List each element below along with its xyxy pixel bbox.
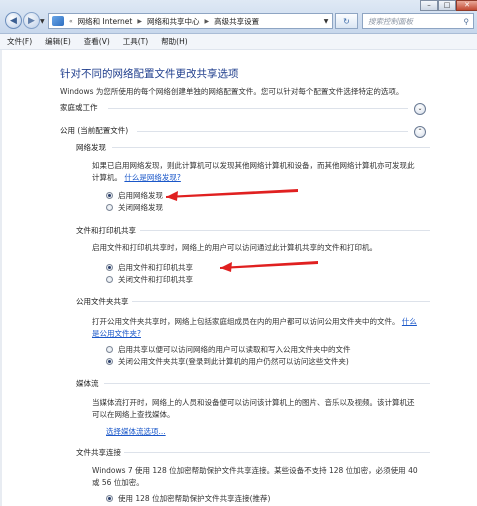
menu-edit[interactable]: 编辑(E) bbox=[38, 36, 77, 47]
radio-label: 使用 128 位加密帮助保护文件共享连接(推荐) bbox=[118, 494, 271, 503]
public-folder-help-link[interactable]: 什么 bbox=[402, 317, 417, 326]
chevron-up-icon: ⌃ bbox=[417, 128, 423, 135]
radio-128bit-encryption[interactable]: 使用 128 位加密帮助保护文件共享连接(推荐) bbox=[106, 493, 270, 504]
radio-label: 关闭公用文件夹共享(登录到此计算机的用户仍然可以访问这些文件夹) bbox=[118, 357, 349, 366]
search-placeholder: 搜索控制面板 bbox=[368, 16, 413, 26]
radio-enable-network-discovery[interactable]: 启用网络发现 bbox=[106, 190, 163, 201]
address-dropdown-icon[interactable]: ▼ bbox=[320, 18, 332, 25]
window-controls: – □ ✕ bbox=[420, 0, 477, 11]
menu-view[interactable]: 查看(V) bbox=[77, 36, 116, 47]
network-discovery-description: 如果已启用网络发现，则此计算机可以发现其他网络计算机和设备，而其他网络计算机亦可… bbox=[92, 161, 415, 170]
page-description: Windows 为您所使用的每个网络创建单独的网络配置文件。您可以针对每个配置文… bbox=[60, 87, 404, 96]
profile-home-work-label[interactable]: 家庭或工作 bbox=[60, 102, 98, 113]
breadcrumb-network-center[interactable]: 网络和共享中心 bbox=[145, 16, 202, 27]
public-folder-description-line2: 是公用文件夹? bbox=[92, 328, 141, 339]
chevron-down-icon: ⌄ bbox=[417, 105, 423, 112]
radio-checked-icon[interactable] bbox=[106, 495, 113, 502]
section-public-folder-heading: 公用文件夹共享 bbox=[76, 297, 129, 306]
radio-checked-icon[interactable] bbox=[106, 264, 113, 271]
annotation-arrows bbox=[166, 189, 318, 272]
connections-description: Windows 7 使用 128 位加密帮助保护文件共享连接。某些设备不支持 1… bbox=[92, 466, 418, 475]
close-button[interactable]: ✕ bbox=[456, 0, 477, 11]
recent-pages-dropdown[interactable]: ▼ bbox=[40, 16, 48, 26]
annotation-arrow-file-sharing bbox=[220, 261, 318, 272]
minimize-button[interactable]: – bbox=[420, 0, 438, 11]
radio-checked-icon[interactable] bbox=[106, 192, 113, 199]
address-bar[interactable]: « 网络和 Internet ▶ 网络和共享中心 ▶ 高级共享设置 ▼ bbox=[48, 13, 333, 29]
connections-description-line2: 或 56 位加密。 bbox=[92, 478, 144, 487]
radio-checked-icon[interactable] bbox=[106, 358, 113, 365]
chevron-down-icon: ▼ bbox=[40, 17, 45, 25]
control-panel-icon bbox=[52, 16, 64, 26]
refresh-button[interactable]: ↻ bbox=[335, 13, 358, 29]
annotation-arrow-discovery bbox=[166, 189, 298, 201]
media-description: 当媒体流打开时，网络上的人员和设备便可以访问该计算机上的图片、音乐以及视频。该计… bbox=[92, 398, 415, 407]
breadcrumb-network-internet[interactable]: 网络和 Internet bbox=[76, 16, 135, 27]
public-folder-help-link-cont[interactable]: 是公用文件夹? bbox=[92, 329, 141, 338]
media-streaming-options-link[interactable]: 选择媒体流选项... bbox=[106, 426, 166, 437]
menu-help[interactable]: 帮助(H) bbox=[154, 36, 194, 47]
radio-label: 启用网络发现 bbox=[118, 191, 163, 200]
radio-enable-public-sharing[interactable]: 启用共享以便可以访问网络的用户可以读取和写入公用文件夹中的文件 bbox=[106, 344, 351, 355]
section-file-printer-heading: 文件和打印机共享 bbox=[76, 226, 136, 235]
search-input[interactable]: 搜索控制面板 ⚲ bbox=[362, 13, 474, 29]
section-connections-heading: 文件共享连接 bbox=[76, 448, 121, 457]
radio-label: 关闭网络发现 bbox=[118, 203, 163, 212]
divider bbox=[104, 383, 430, 384]
search-icon: ⚲ bbox=[463, 16, 470, 26]
breadcrumb-overflow-icon[interactable]: « bbox=[66, 18, 76, 25]
divider bbox=[112, 147, 430, 148]
divider bbox=[137, 131, 408, 132]
expand-home-work-button[interactable]: ⌄ bbox=[414, 103, 426, 115]
divider bbox=[132, 301, 430, 302]
refresh-icon: ↻ bbox=[343, 16, 350, 26]
radio-unchecked-icon[interactable] bbox=[106, 346, 113, 353]
radio-disable-network-discovery[interactable]: 关闭网络发现 bbox=[106, 202, 163, 213]
section-media-heading: 媒体流 bbox=[76, 379, 99, 388]
maximize-button[interactable]: □ bbox=[438, 0, 456, 11]
collapse-public-button[interactable]: ⌃ bbox=[414, 126, 426, 138]
radio-unchecked-icon[interactable] bbox=[106, 204, 113, 211]
public-folder-description-line1: 打开公用文件夹共享时，网络上包括家庭组成员在内的用户都可以访问公用文件夹中的文件… bbox=[92, 316, 417, 327]
forward-arrow-icon: ▶ bbox=[28, 15, 35, 26]
forward-button[interactable]: ▶ bbox=[23, 12, 40, 29]
radio-label: 启用共享以便可以访问网络的用户可以读取和写入公用文件夹中的文件 bbox=[118, 345, 351, 354]
page-title: 针对不同的网络配置文件更改共享选项 bbox=[60, 68, 239, 80]
radio-unchecked-icon[interactable] bbox=[106, 276, 113, 283]
menu-bar: 文件(F) 编辑(E) 查看(V) 工具(T) 帮助(H) bbox=[0, 34, 477, 50]
menu-file[interactable]: 文件(F) bbox=[0, 36, 38, 47]
back-arrow-icon: ◀ bbox=[10, 15, 17, 26]
window-left-border bbox=[0, 50, 2, 506]
network-discovery-description-end: 计算机。 bbox=[92, 173, 122, 182]
breadcrumb-separator-icon[interactable]: ▶ bbox=[134, 18, 145, 25]
breadcrumb-separator-icon[interactable]: ▶ bbox=[201, 18, 212, 25]
menu-tools[interactable]: 工具(T) bbox=[116, 36, 154, 47]
profile-public-label[interactable]: 公用 (当前配置文件) bbox=[60, 125, 128, 136]
radio-disable-public-sharing[interactable]: 关闭公用文件夹共享(登录到此计算机的用户仍然可以访问这些文件夹) bbox=[106, 356, 349, 367]
divider bbox=[124, 452, 430, 453]
media-description-line2: 可以在网络上查找媒体。 bbox=[92, 410, 175, 419]
section-network-discovery-heading: 网络发现 bbox=[76, 143, 106, 152]
breadcrumb-advanced-sharing[interactable]: 高级共享设置 bbox=[212, 16, 261, 27]
public-folder-description: 打开公用文件夹共享时，网络上包括家庭组成员在内的用户都可以访问公用文件夹中的文件… bbox=[92, 317, 400, 326]
back-button[interactable]: ◀ bbox=[5, 12, 22, 29]
divider bbox=[108, 108, 408, 109]
